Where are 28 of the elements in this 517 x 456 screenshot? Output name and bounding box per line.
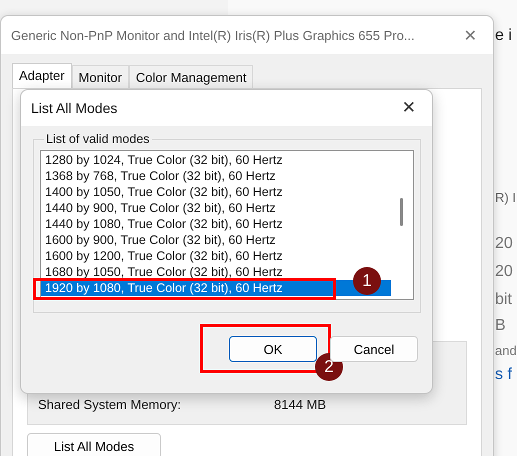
list-item[interactable]: 1600 by 900, True Color (32 bit), 60 Hertz	[41, 232, 391, 248]
list-item[interactable]: 1368 by 768, True Color (32 bit), 60 Hertz	[41, 168, 391, 184]
tab[interactable]: Monitor	[72, 65, 129, 88]
list-all-modes-button[interactable]: List All Modes	[27, 433, 161, 456]
list-item[interactable]: 1400 by 1050, True Color (32 bit), 60 Hertz	[41, 184, 391, 200]
memory-value: 8144 MB	[274, 397, 326, 412]
window-title: Generic Non-PnP Monitor and Intel(R) Iris(R) Plus Graphics 655 Pro...	[11, 28, 415, 42]
list-item[interactable]: 1440 by 900, True Color (32 bit), 60 Hertz	[41, 200, 391, 216]
close-button[interactable]: ✕	[458, 26, 483, 44]
memory-label: Shared System Memory:	[38, 397, 182, 412]
tab[interactable]: Adapter	[12, 63, 72, 88]
step-number-badge: 1	[353, 267, 381, 295]
partial-text: 20	[495, 235, 514, 253]
partial-text: R) I	[495, 190, 517, 205]
dialog-title: List All Modes	[31, 100, 118, 116]
group-label: List of valid modes	[45, 132, 151, 146]
tab[interactable]: Color Management	[128, 65, 254, 88]
dialog-button[interactable]: OK	[229, 336, 317, 362]
close-button[interactable]: ✕	[396, 98, 422, 118]
partial-text: e i	[495, 27, 513, 45]
list-item[interactable]: 1600 by 1200, True Color (32 bit), 60 Hertz	[41, 248, 391, 264]
list-item[interactable]: 1440 by 1080, True Color (32 bit), 60 Hertz	[41, 216, 391, 232]
partial-text: B	[495, 317, 507, 335]
partial-text: s f	[495, 366, 513, 384]
partial-text: 20	[495, 263, 514, 281]
partial-text: and	[495, 343, 517, 358]
partial-text: bit	[495, 291, 513, 309]
list-item[interactable]: 1280 by 1024, True Color (32 bit), 60 Hertz	[41, 152, 391, 168]
